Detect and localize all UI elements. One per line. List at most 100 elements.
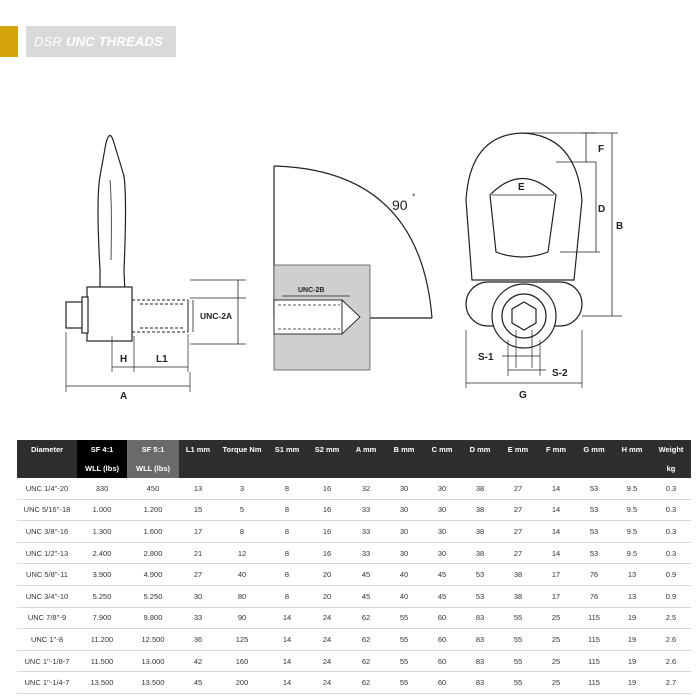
table-cell: 30 bbox=[385, 499, 423, 522]
f-label: F bbox=[598, 144, 604, 155]
col-header-a: A mm bbox=[347, 440, 385, 459]
table-row: UNC 3/4''-10 5.250 5.250 30 80 8 20 45 40 45 53 38 1… bbox=[17, 585, 691, 608]
table-cell: 30 bbox=[423, 520, 461, 543]
table-cell: UNC 5/8''-11 bbox=[17, 563, 77, 586]
g-label: G bbox=[519, 390, 527, 401]
table-cell: 9.5 bbox=[613, 520, 651, 543]
table-cell: UNC 3/8''-16 bbox=[17, 520, 77, 543]
col-subheader-l1 bbox=[179, 459, 217, 478]
table-row: UNC 5/16''-18 1.000 1.200 15 5 8 16 33 30 30 38 27 1… bbox=[17, 499, 691, 522]
table-cell: 25 bbox=[537, 628, 575, 651]
table-cell: 55 bbox=[385, 671, 423, 694]
col-subheader-a bbox=[347, 459, 385, 478]
table-cell: 53 bbox=[461, 563, 499, 586]
table-cell: 16 bbox=[307, 478, 347, 500]
table-cell: 33 bbox=[347, 520, 385, 543]
col-subheader-sf5: WLL (lbs) bbox=[127, 459, 179, 478]
col-subheader-sf4: WLL (lbs) bbox=[77, 459, 127, 478]
table-cell: 55 bbox=[385, 650, 423, 673]
s2-label: S-2 bbox=[552, 368, 568, 379]
table-cell: 76 bbox=[575, 585, 613, 608]
table-cell: 55 bbox=[499, 607, 537, 630]
table-cell: 24 bbox=[307, 607, 347, 630]
table-cell: 33 bbox=[347, 499, 385, 522]
table-cell: 8 bbox=[217, 520, 267, 543]
table-cell: 38 bbox=[461, 520, 499, 543]
table-cell: 60 bbox=[423, 650, 461, 673]
table-cell: 80 bbox=[217, 585, 267, 608]
side-view-thread bbox=[132, 299, 188, 333]
col-header-torque: Torque Nm bbox=[217, 440, 267, 459]
table-cell: 40 bbox=[217, 563, 267, 586]
col-header-weight: Weight bbox=[651, 440, 691, 459]
table-cell: 13 bbox=[613, 563, 651, 586]
table-cell: 1.300 bbox=[77, 520, 127, 543]
table-cell: 62 bbox=[347, 671, 385, 694]
table-cell: 20 bbox=[307, 585, 347, 608]
table-cell: 3 bbox=[217, 478, 267, 500]
table-cell: 30 bbox=[423, 478, 461, 500]
table-cell: 1.200 bbox=[127, 499, 179, 522]
table-cell: 0.3 bbox=[651, 478, 691, 500]
table-cell: 40 bbox=[385, 563, 423, 586]
table-cell: 45 bbox=[347, 563, 385, 586]
table-cell: 17 bbox=[179, 520, 217, 543]
table-cell: 27 bbox=[179, 563, 217, 586]
table-cell: 76 bbox=[575, 563, 613, 586]
table-cell: 1.600 bbox=[127, 520, 179, 543]
table-cell: 7.900 bbox=[77, 607, 127, 630]
table-cell: 19 bbox=[613, 650, 651, 673]
table-cell: 16 bbox=[307, 520, 347, 543]
table-cell: 8 bbox=[267, 478, 307, 500]
angle-label: 90 bbox=[392, 197, 408, 213]
table-cell: 2.6 bbox=[651, 650, 691, 673]
table-row: UNC 5/8''-11 3.900 4.900 27 40 8 20 45 40 45 53 38 1… bbox=[17, 563, 691, 586]
technical-drawing: UNC-2A H L1 A 90 ° UNC-2B E F D B S-1 S-… bbox=[65, 132, 623, 402]
table-cell: 8 bbox=[267, 520, 307, 543]
table-cell: 25 bbox=[537, 671, 575, 694]
col-header-sf4: SF 4:1 bbox=[77, 440, 127, 459]
table-row: UNC 7/8''-9 7.900 9.800 33 90 14 24 62 55 60 83 55 2… bbox=[17, 607, 691, 630]
table-cell: 62 bbox=[347, 650, 385, 673]
table-cell: 30 bbox=[385, 520, 423, 543]
table-cell: 45 bbox=[179, 671, 217, 694]
table-cell: 13 bbox=[179, 478, 217, 500]
table-cell: UNC 3/4''-10 bbox=[17, 585, 77, 608]
table-cell: 11.500 bbox=[77, 650, 127, 673]
table-cell: 5 bbox=[217, 499, 267, 522]
col-header-s1: S1 mm bbox=[267, 440, 307, 459]
table-cell: UNC 1''-1/8-7 bbox=[17, 650, 77, 673]
col-header-d: D mm bbox=[461, 440, 499, 459]
table-cell: 45 bbox=[423, 585, 461, 608]
table-cell: 125 bbox=[217, 628, 267, 651]
table-cell: 83 bbox=[461, 650, 499, 673]
table-cell: 3.900 bbox=[77, 563, 127, 586]
swing-view bbox=[273, 165, 433, 371]
front-view bbox=[465, 132, 622, 388]
table-cell: 38 bbox=[499, 585, 537, 608]
side-view-body bbox=[86, 286, 133, 342]
table-cell: 2.5 bbox=[651, 607, 691, 630]
table-cell: 33 bbox=[179, 607, 217, 630]
table-cell: 83 bbox=[461, 628, 499, 651]
table-cell: 45 bbox=[423, 563, 461, 586]
col-header-s2: S2 mm bbox=[307, 440, 347, 459]
table-cell: 14 bbox=[537, 478, 575, 500]
table-cell: 115 bbox=[575, 628, 613, 651]
table-cell: 115 bbox=[575, 671, 613, 694]
col-header-diameter: Diameter bbox=[17, 440, 77, 459]
table-cell: 38 bbox=[499, 563, 537, 586]
table-cell: 9.800 bbox=[127, 607, 179, 630]
table-row: UNC 3/8''-16 1.300 1.600 17 8 8 16 33 30 30 38 27 14… bbox=[17, 520, 691, 543]
table-cell: 0.3 bbox=[651, 499, 691, 522]
h-label: H bbox=[120, 354, 127, 365]
table-cell: 55 bbox=[385, 607, 423, 630]
table-cell: 60 bbox=[423, 607, 461, 630]
table-cell: 4.900 bbox=[127, 563, 179, 586]
table-cell: 38 bbox=[461, 478, 499, 500]
a-label: A bbox=[120, 391, 127, 402]
table-cell: 0.9 bbox=[651, 585, 691, 608]
table-cell: 14 bbox=[267, 607, 307, 630]
table-cell: 38 bbox=[461, 499, 499, 522]
table-cell: 45 bbox=[347, 585, 385, 608]
